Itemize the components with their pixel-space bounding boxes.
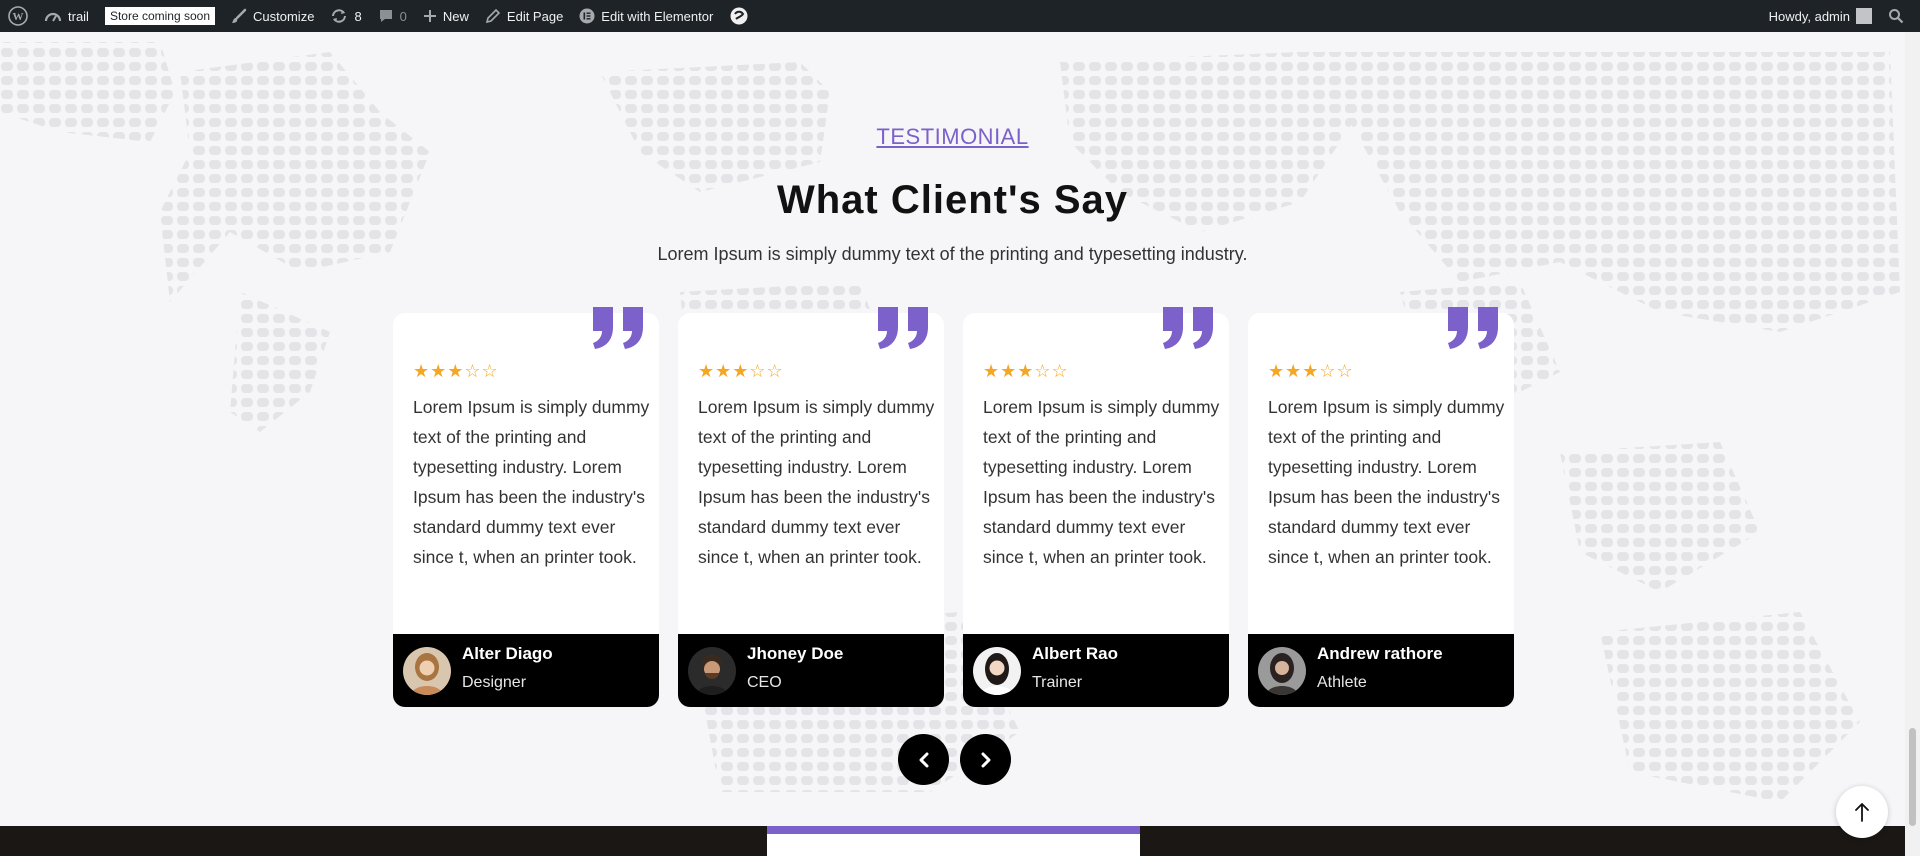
back-to-top-button[interactable] — [1836, 786, 1888, 838]
howdy-label: Howdy, admin — [1768, 8, 1850, 24]
star-rating: ★★★☆☆ — [413, 361, 499, 381]
wordpress-logo-icon[interactable]: W — [0, 0, 36, 32]
author-role: Trainer — [1032, 674, 1083, 691]
refresh-icon — [330, 8, 348, 24]
author-role: Athlete — [1317, 674, 1367, 691]
testimonial-text: Lorem Ipsum is simply dummy text of the … — [983, 397, 1220, 567]
author-role: CEO — [747, 674, 782, 691]
carousel-prev-button[interactable] — [898, 734, 949, 785]
pencil-icon — [485, 8, 501, 24]
edit-page-label: Edit Page — [506, 8, 564, 24]
updates-link[interactable]: 8 — [322, 0, 369, 32]
author-name: Alter Diago — [462, 644, 553, 663]
author-name: Andrew rathore — [1317, 644, 1443, 663]
store-status-link[interactable]: Store coming soon — [97, 0, 223, 32]
quote-icon — [1448, 307, 1498, 349]
comment-icon — [378, 8, 394, 24]
plugin-icon — [729, 6, 749, 26]
comments-link[interactable]: 0 — [370, 0, 415, 32]
site-name: trail — [68, 8, 89, 24]
plus-icon — [423, 9, 437, 23]
next-section-card — [767, 826, 1140, 856]
avatar — [403, 647, 451, 695]
admin-bar: W trail Store coming soon Customize 8 0 … — [0, 0, 1920, 32]
author-name: Jhoney Doe — [747, 644, 844, 663]
section-eyebrow: TESTIMONIAL — [876, 124, 1029, 149]
quote-icon — [1163, 307, 1213, 349]
avatar — [688, 647, 736, 695]
scrollbar-thumb[interactable] — [1909, 728, 1916, 826]
search-icon[interactable] — [1880, 0, 1920, 32]
dashboard-icon — [44, 9, 62, 23]
testimonial-author: Albert Rao Trainer — [963, 634, 1229, 707]
testimonial-text: Lorem Ipsum is simply dummy text of the … — [1268, 397, 1505, 567]
customize-label: Customize — [253, 8, 315, 24]
testimonial-author: Andrew rathore Athlete — [1248, 634, 1514, 707]
chevron-left-icon — [919, 752, 928, 767]
author-name: Albert Rao — [1032, 644, 1118, 663]
author-role: Designer — [462, 674, 527, 691]
customize-link[interactable]: Customize — [223, 0, 322, 32]
chevron-right-icon — [981, 752, 990, 767]
comments-count: 0 — [399, 8, 407, 24]
edit-page-link[interactable]: Edit Page — [477, 0, 571, 32]
admin-avatar — [1856, 8, 1872, 24]
avatar — [1258, 647, 1306, 695]
site-name-link[interactable]: trail — [36, 0, 97, 32]
carousel-next-button[interactable] — [960, 734, 1011, 785]
new-content-link[interactable]: New — [415, 0, 477, 32]
brush-icon — [231, 8, 247, 24]
testimonial-card: ★★★☆☆ Lorem Ipsum is simply dummy text o… — [678, 307, 944, 707]
section-subtitle: Lorem Ipsum is simply dummy text of the … — [657, 244, 1248, 264]
testimonial-text: Lorem Ipsum is simply dummy text of the … — [413, 397, 650, 567]
testimonial-card: ★★★☆☆ Lorem Ipsum is simply dummy text o… — [963, 307, 1229, 707]
section-title: What Client's Say — [776, 178, 1129, 222]
star-rating: ★★★☆☆ — [983, 361, 1069, 381]
world-map-background — [0, 42, 1900, 802]
testimonial-author: Alter Diago Designer — [393, 634, 659, 707]
elementor-icon — [579, 8, 595, 24]
avatar — [973, 647, 1021, 695]
quote-icon — [878, 307, 928, 349]
account-menu[interactable]: Howdy, admin — [1761, 0, 1880, 32]
svg-text:W: W — [13, 11, 24, 23]
testimonial-card: ★★★☆☆ Lorem Ipsum is simply dummy text o… — [1248, 307, 1514, 707]
store-coming-soon-badge: Store coming soon — [104, 7, 216, 25]
star-rating: ★★★☆☆ — [698, 361, 784, 381]
updates-count: 8 — [354, 8, 362, 24]
quote-icon — [593, 307, 643, 349]
page-scrollbar[interactable] — [1905, 32, 1920, 856]
testimonial-text: Lorem Ipsum is simply dummy text of the … — [698, 397, 935, 567]
testimonial-card: ★★★☆☆ Lorem Ipsum is simply dummy text o… — [393, 307, 659, 707]
new-label: New — [442, 8, 469, 24]
testimonial-author: Jhoney Doe CEO — [678, 634, 944, 707]
star-rating: ★★★☆☆ — [1268, 361, 1354, 381]
edit-elementor-label: Edit with Elementor — [601, 8, 714, 24]
edit-elementor-link[interactable]: Edit with Elementor — [571, 0, 721, 32]
arrow-up-icon — [1855, 803, 1869, 822]
plugin-menu-link[interactable] — [721, 0, 757, 32]
